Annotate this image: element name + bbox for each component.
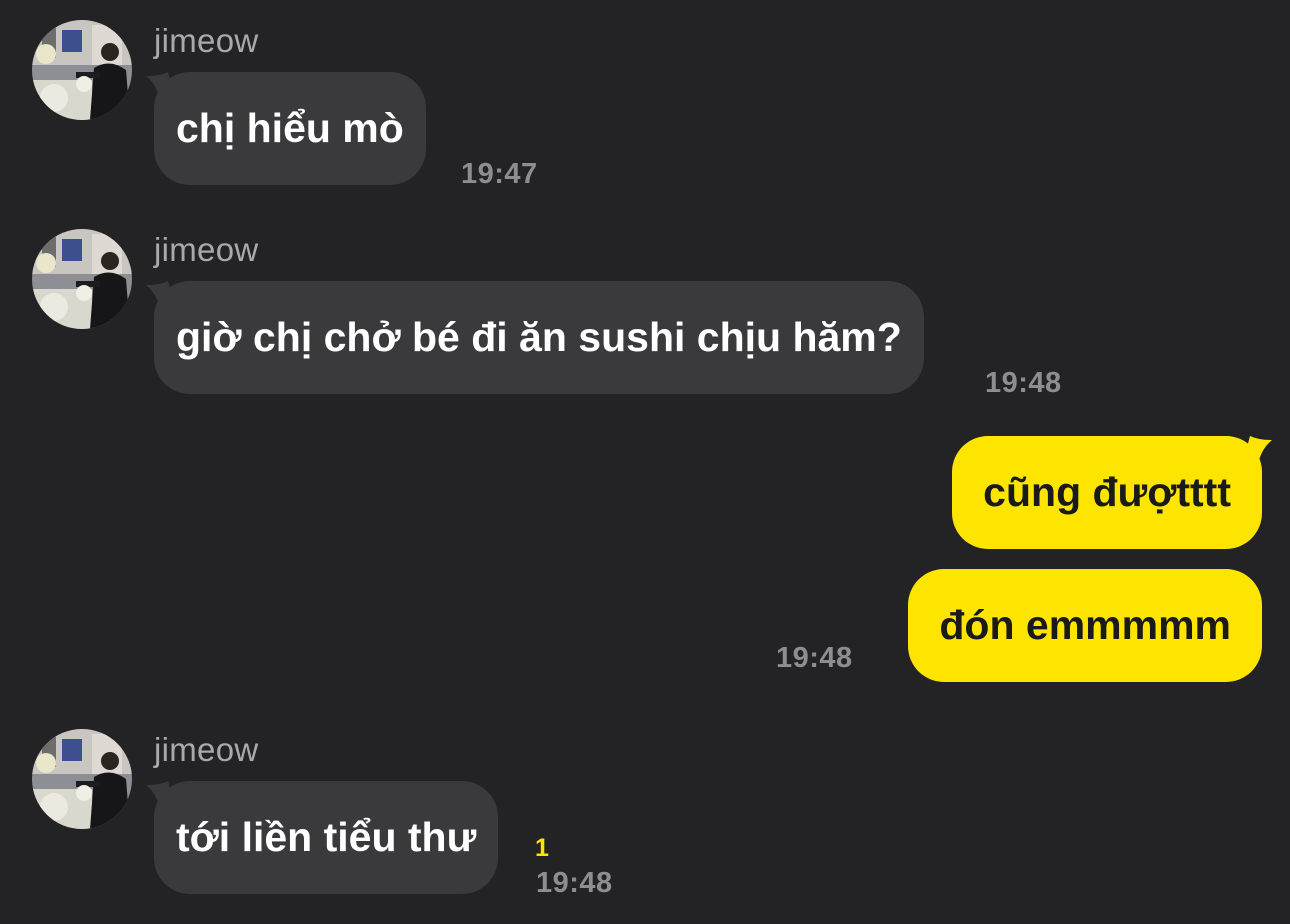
avatar[interactable] [32,729,132,829]
sender-name: jimeow [154,231,259,268]
unread-count: 1 [535,834,549,862]
message-timestamp: 19:47 [461,158,538,190]
message-bubble[interactable]: chị hiểu mò [154,72,426,185]
message-timestamp: 19:48 [536,867,613,899]
message-bubble[interactable]: đón emmmmm [908,569,1262,682]
sender-name: jimeow [154,731,259,768]
message-text: cũng đượtttt [983,469,1231,515]
message-bubble[interactable]: tới liền tiểu thư [154,781,499,894]
avatar[interactable] [32,20,132,120]
message-text: đón emmmmm [939,602,1231,648]
sender-name: jimeow [154,22,259,59]
profile-photo-icon [32,20,132,120]
message-text: tới liền tiểu thư [176,814,477,860]
profile-photo-icon [32,729,132,829]
message-text: chị hiểu mò [176,105,404,151]
message-timestamp: 19:48 [985,367,1062,399]
profile-photo-icon [32,229,132,329]
message-timestamp: 19:48 [776,642,853,674]
message-bubble[interactable]: giờ chị chở bé đi ăn sushi chịu hăm? [154,281,924,394]
message-text: giờ chị chở bé đi ăn sushi chịu hăm? [176,314,902,360]
chat-thread: jimeow chị hiểu mò 19:47 jimeow giờ chị … [0,0,1290,924]
message-bubble[interactable]: cũng đượtttt [952,436,1262,549]
avatar[interactable] [32,229,132,329]
